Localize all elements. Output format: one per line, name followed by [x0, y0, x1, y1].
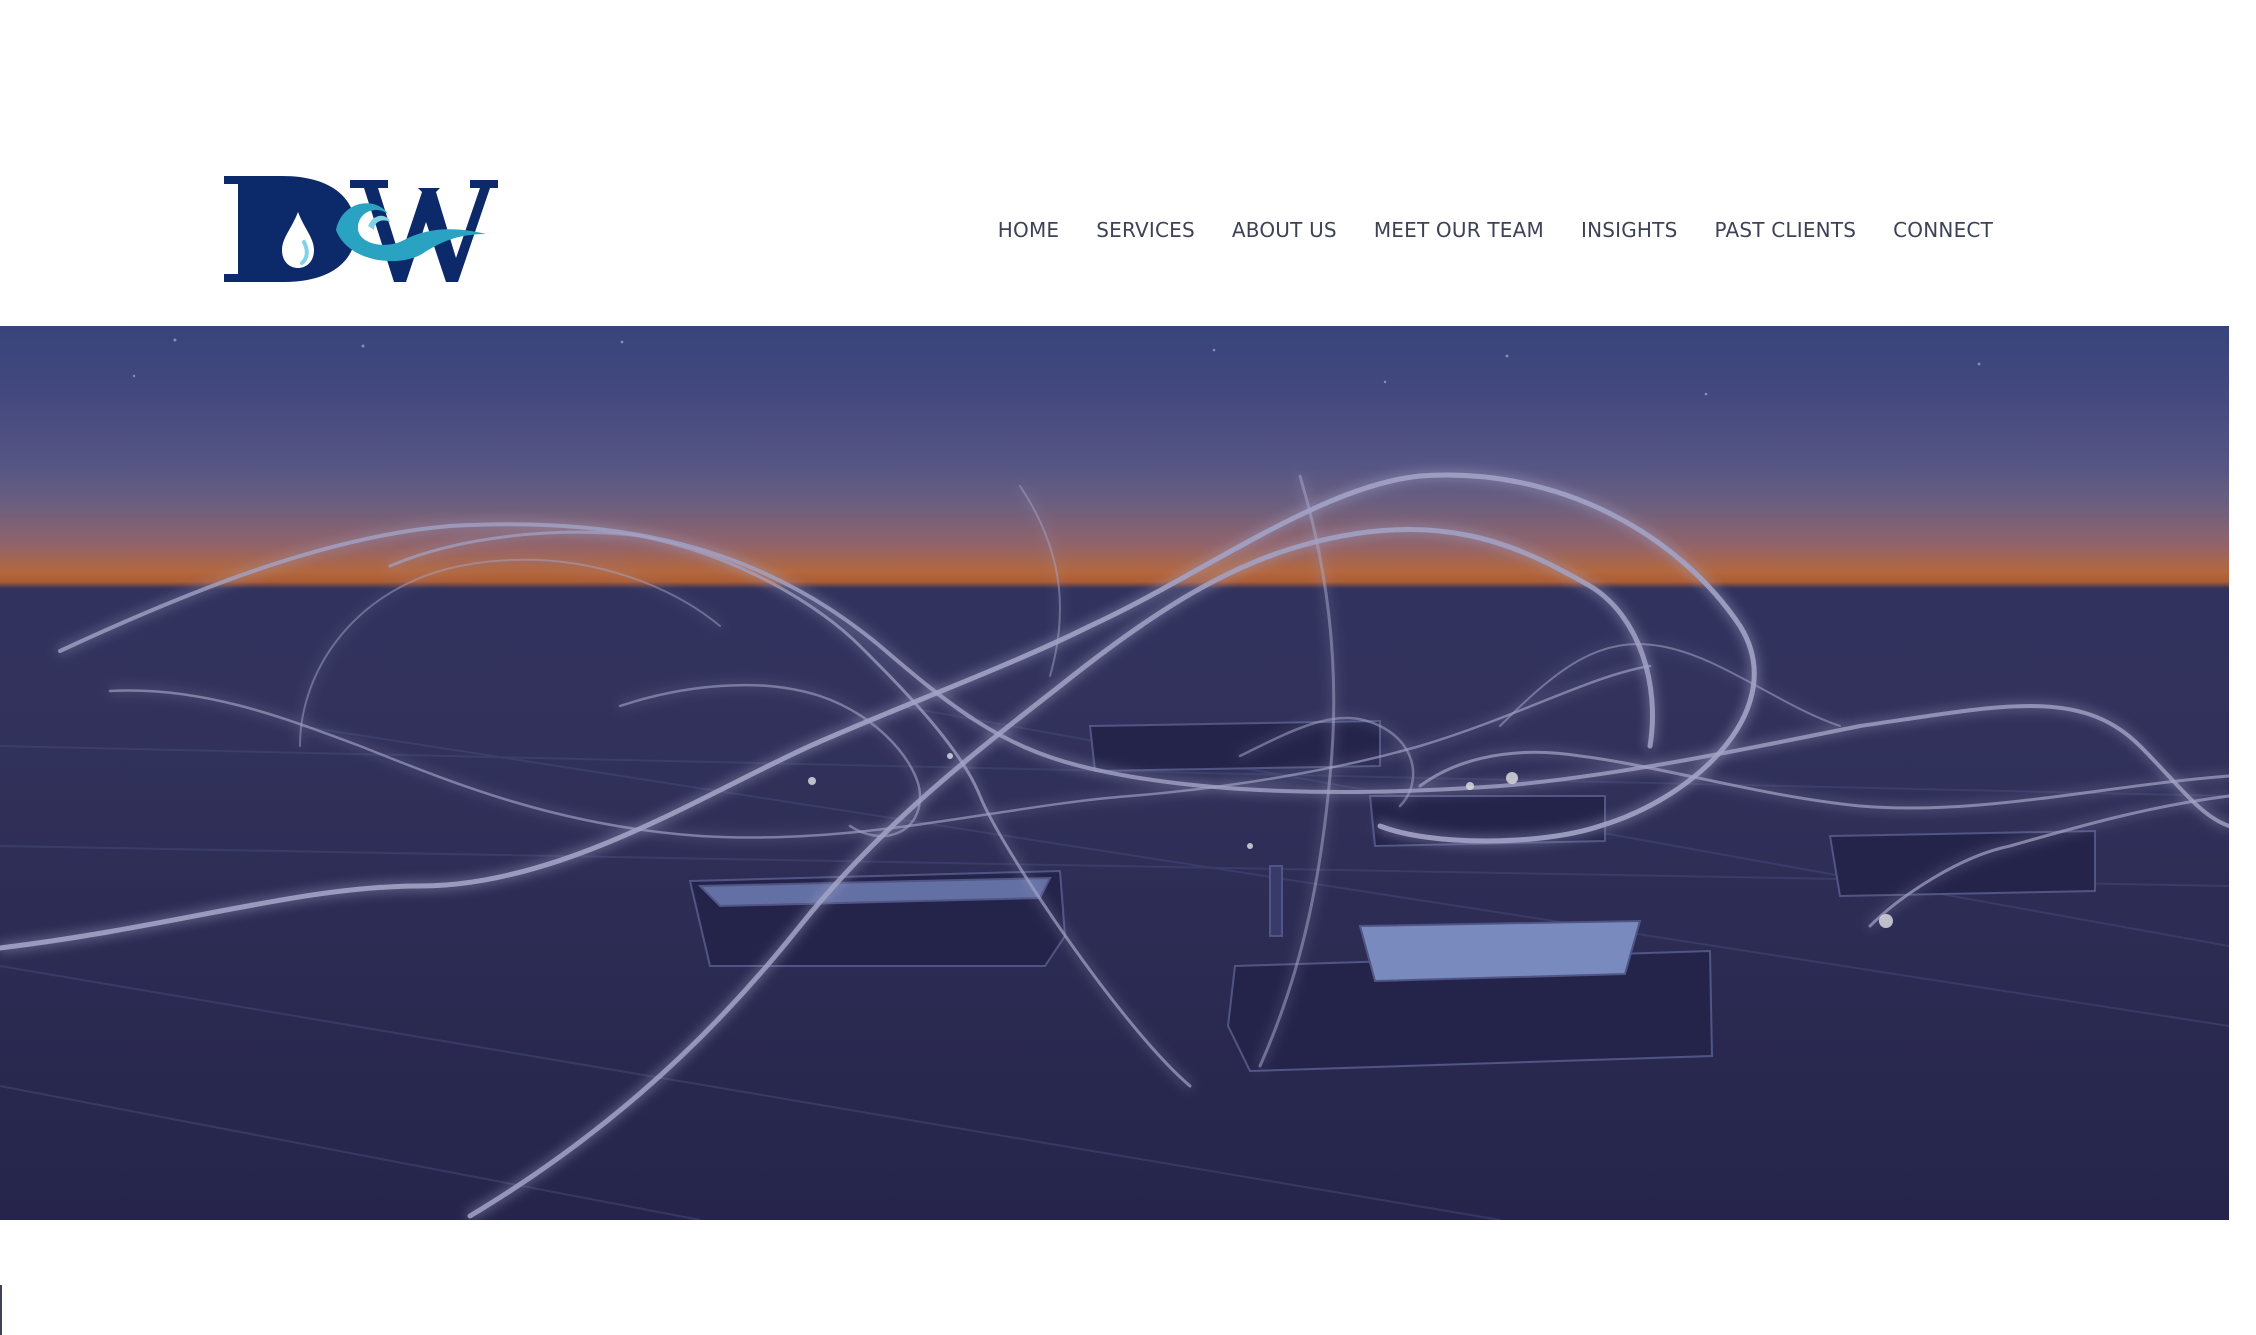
nav-past-clients[interactable]: PAST CLIENTS: [1714, 218, 1856, 242]
nav-meet-our-team[interactable]: MEET OUR TEAM: [1374, 218, 1544, 242]
nav-home[interactable]: HOME: [998, 218, 1059, 242]
nav-about-us[interactable]: ABOUT US: [1232, 218, 1337, 242]
page-edge-marker: [0, 1285, 2, 1335]
hero-banner: [0, 326, 2229, 1220]
main-nav: HOME SERVICES ABOUT US MEET OUR TEAM INS…: [998, 218, 1993, 242]
hero-image: [0, 326, 2229, 1220]
site-header: HOME SERVICES ABOUT US MEET OUR TEAM INS…: [0, 0, 2256, 326]
nav-services[interactable]: SERVICES: [1096, 218, 1195, 242]
nav-connect[interactable]: CONNECT: [1893, 218, 1993, 242]
dw-logo[interactable]: [218, 170, 498, 288]
nav-insights[interactable]: INSIGHTS: [1581, 218, 1678, 242]
